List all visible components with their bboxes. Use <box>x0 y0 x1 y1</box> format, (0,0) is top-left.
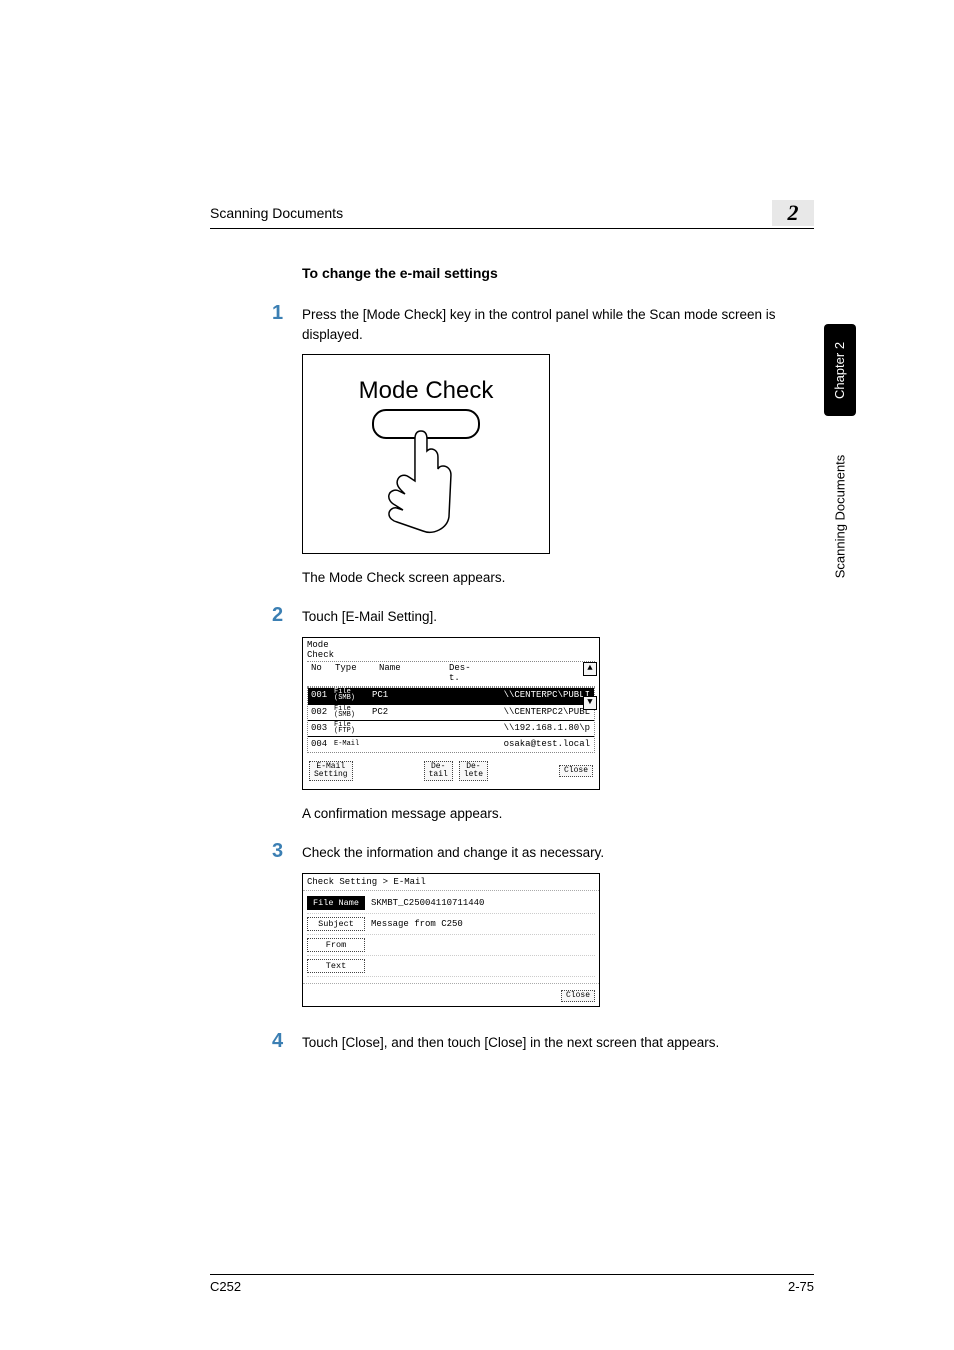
table-row[interactable]: 001 File (SMB) PC1 \\CENTERPC\PUBLI <box>308 688 594 704</box>
step-4: 4 Touch [Close], and then touch [Close] … <box>272 1031 814 1053</box>
header-section: Scanning Documents <box>210 205 343 221</box>
step-2-text: Touch [E-Mail Setting]. <box>302 605 437 627</box>
screen1-title: Mode Check <box>307 641 595 662</box>
table-row[interactable]: 004 E-Mail osaka@test.local <box>308 736 594 752</box>
step-4-number: 4 <box>272 1031 302 1051</box>
detail-button[interactable]: De- tail <box>424 761 453 781</box>
step-3-number: 3 <box>272 841 302 861</box>
illustration-mode-check-key: Mode Check <box>302 354 814 554</box>
step-2: 2 Touch [E-Mail Setting]. <box>272 605 814 627</box>
file-name-row: File Name SKMBT_C25004110711440 <box>307 893 595 914</box>
file-name-value: SKMBT_C25004110711440 <box>371 898 484 908</box>
from-button[interactable]: From <box>307 938 365 952</box>
subject-value: Message from C250 <box>371 919 463 929</box>
step-2-result: A confirmation message appears. <box>302 806 814 821</box>
step-1: 1 Press the [Mode Check] key in the cont… <box>272 303 814 344</box>
footer-model: C252 <box>210 1279 241 1294</box>
step-4-text: Touch [Close], and then touch [Close] in… <box>302 1031 719 1053</box>
col-type: Type <box>335 664 379 684</box>
hand-pressing-icon <box>375 425 463 543</box>
delete-button[interactable]: De- lete <box>459 761 488 781</box>
page-header: Scanning Documents 2 <box>210 200 814 229</box>
from-row: From <box>307 935 595 956</box>
col-no: No <box>307 664 335 684</box>
page-footer: C252 2-75 <box>210 1274 814 1294</box>
file-name-button[interactable]: File Name <box>307 896 365 910</box>
subject-row: Subject Message from C250 <box>307 914 595 935</box>
text-button[interactable]: Text <box>307 959 365 973</box>
close-button[interactable]: Close <box>561 990 595 1002</box>
step-3-text: Check the information and change it as n… <box>302 841 604 863</box>
step-1-number: 1 <box>272 303 302 323</box>
close-button[interactable]: Close <box>559 765 593 777</box>
footer-page-number: 2-75 <box>788 1279 814 1294</box>
mode-check-label: Mode Check <box>303 377 549 405</box>
step-2-number: 2 <box>272 605 302 625</box>
scroll-up-button[interactable]: ▲ <box>583 662 597 676</box>
header-chapter-number: 2 <box>772 200 814 226</box>
step-1-result: The Mode Check screen appears. <box>302 570 814 585</box>
text-row: Text <box>307 956 595 977</box>
section-heading: To change the e-mail settings <box>302 265 814 281</box>
col-name: Name <box>379 664 449 684</box>
subject-button[interactable]: Subject <box>307 917 365 931</box>
step-3: 3 Check the information and change it as… <box>272 841 814 863</box>
col-dest: Des- t. <box>449 664 595 684</box>
table-row[interactable]: 003 File (FTP) \\192.168.1.80\p <box>308 720 594 736</box>
screen1-column-headers: No Type Name Des- t. <box>307 661 595 687</box>
scroll-down-button[interactable]: ▼ <box>583 696 597 710</box>
email-setting-button[interactable]: E-Mail Setting <box>309 761 353 781</box>
screenshot-mode-check-list: Mode Check No Type Name Des- t. 001 File… <box>302 637 814 791</box>
screen2-title: Check Setting > E-Mail <box>303 874 599 890</box>
screenshot-email-settings: Check Setting > E-Mail File Name SKMBT_C… <box>302 873 814 1007</box>
table-row[interactable]: 002 File (SMB) PC2 \\CENTERPC2\PUBL <box>308 704 594 720</box>
step-1-text: Press the [Mode Check] key in the contro… <box>302 303 814 344</box>
